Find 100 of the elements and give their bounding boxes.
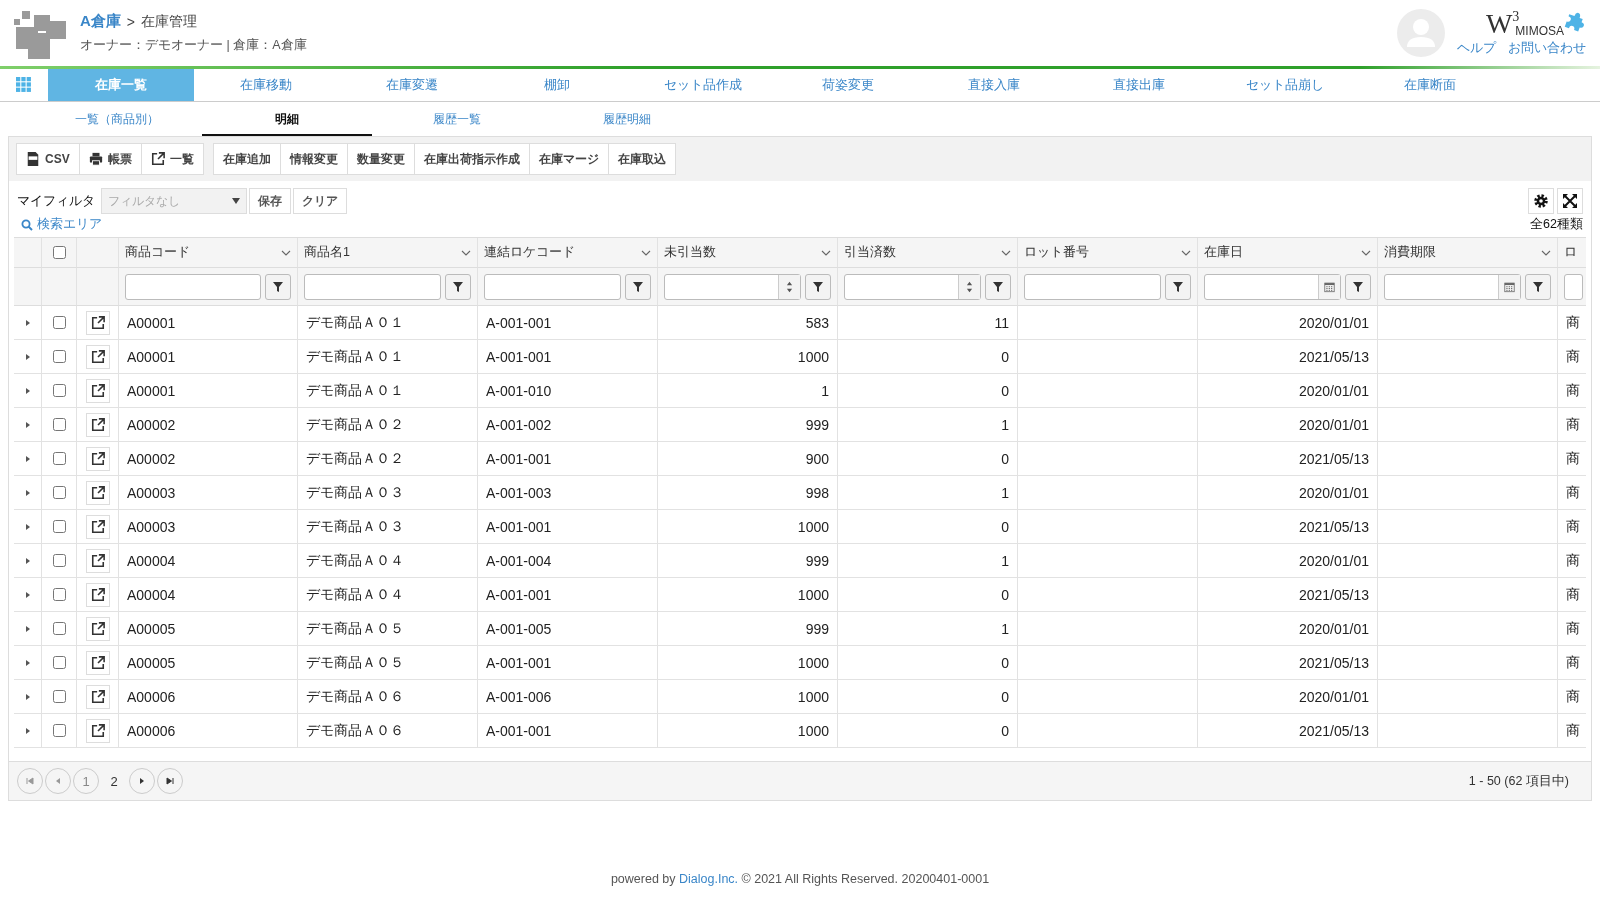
row-checkbox[interactable] — [52, 724, 66, 737]
nav-tab[interactable]: セット品崩し — [1212, 69, 1358, 101]
chevron-down-icon[interactable] — [281, 249, 291, 256]
row-checkbox[interactable] — [52, 690, 66, 703]
nav-tab[interactable]: セット品作成 — [630, 69, 776, 101]
filter-button[interactable] — [625, 273, 651, 300]
chevron-down-icon[interactable] — [1541, 249, 1551, 256]
filter-button[interactable] — [445, 273, 471, 300]
column-filter-field[interactable] — [1384, 273, 1521, 300]
header-link[interactable]: ヘルプ — [1457, 39, 1496, 57]
row-checkbox[interactable] — [52, 418, 66, 431]
column-header[interactable]: ロ — [1558, 238, 1586, 268]
toolbar-button[interactable]: 帳票 — [78, 143, 142, 175]
warehouse-link[interactable]: A倉庫 — [80, 12, 121, 31]
row-checkbox[interactable] — [52, 316, 66, 329]
company-link[interactable]: Dialog.Inc. — [679, 872, 739, 886]
column-header[interactable]: 未引当数 — [658, 238, 838, 268]
chevron-down-icon[interactable] — [821, 249, 831, 256]
open-detail-button[interactable] — [85, 344, 110, 369]
filter-button[interactable] — [265, 273, 291, 300]
row-checkbox[interactable] — [52, 588, 66, 601]
open-detail-button[interactable] — [85, 310, 110, 335]
filter-button[interactable] — [1345, 273, 1371, 300]
nav-tab[interactable]: 在庫断面 — [1357, 69, 1503, 101]
row-checkbox[interactable] — [52, 350, 66, 363]
spinner-arrows-icon[interactable] — [778, 274, 800, 299]
expand-row-icon[interactable] — [25, 489, 30, 496]
column-filter-field[interactable] — [484, 273, 621, 300]
column-filter-field[interactable] — [1564, 273, 1583, 300]
chevron-down-icon[interactable] — [1001, 249, 1011, 256]
chevron-down-icon[interactable] — [641, 249, 651, 256]
filter-button[interactable] — [1165, 273, 1191, 300]
column-filter-field[interactable] — [844, 273, 981, 300]
open-detail-button[interactable] — [85, 446, 110, 471]
column-filter-field[interactable] — [304, 273, 441, 300]
open-detail-button[interactable] — [85, 650, 110, 675]
open-detail-button[interactable] — [85, 412, 110, 437]
expand-row-icon[interactable] — [25, 659, 30, 666]
expand-row-icon[interactable] — [25, 557, 30, 564]
expand-row-icon[interactable] — [25, 693, 30, 700]
column-header[interactable]: ロット番号 — [1018, 238, 1198, 268]
sub-tab[interactable]: 履歴一覧 — [372, 104, 542, 136]
nav-tab[interactable]: 直接入庫 — [921, 69, 1067, 101]
chevron-down-icon[interactable] — [461, 249, 471, 256]
column-filter-field[interactable] — [1204, 273, 1341, 300]
expand-row-icon[interactable] — [25, 455, 30, 462]
row-checkbox[interactable] — [52, 384, 66, 397]
toolbar-button[interactable]: 一覧 — [140, 143, 204, 175]
filter-button[interactable] — [1525, 273, 1551, 300]
select-all-checkbox[interactable] — [52, 246, 66, 259]
expand-row-icon[interactable] — [25, 625, 30, 632]
column-header[interactable]: 消費期限 — [1378, 238, 1558, 268]
column-filter-field[interactable] — [1024, 273, 1161, 300]
open-detail-button[interactable] — [85, 616, 110, 641]
filter-button[interactable] — [985, 273, 1011, 300]
fullscreen-button[interactable] — [1557, 188, 1583, 214]
open-detail-button[interactable] — [85, 684, 110, 709]
column-filter-field[interactable] — [125, 273, 261, 300]
header-link[interactable]: お問い合わせ — [1508, 39, 1586, 57]
chevron-down-icon[interactable] — [1181, 249, 1191, 256]
column-header[interactable]: 商品名1 — [298, 238, 478, 268]
nav-tab[interactable]: 直接出庫 — [1066, 69, 1212, 101]
open-detail-button[interactable] — [85, 514, 110, 539]
open-detail-button[interactable] — [85, 548, 110, 573]
toolbar-button[interactable]: 在庫追加 — [212, 143, 281, 175]
calendar-icon[interactable] — [1318, 274, 1340, 299]
expand-row-icon[interactable] — [25, 523, 30, 530]
toolbar-button[interactable]: 数量変更 — [346, 143, 415, 175]
filter-button[interactable] — [805, 273, 831, 300]
expand-row-icon[interactable] — [25, 591, 30, 598]
column-header[interactable]: 引当済数 — [838, 238, 1018, 268]
spinner-arrows-icon[interactable] — [958, 274, 980, 299]
row-checkbox[interactable] — [52, 452, 66, 465]
settings-button[interactable] — [1528, 188, 1554, 214]
search-area-link[interactable]: 検索エリア — [21, 216, 102, 233]
sub-tab[interactable]: 履歴明細 — [542, 104, 712, 136]
row-checkbox[interactable] — [52, 622, 66, 635]
row-checkbox[interactable] — [52, 486, 66, 499]
row-checkbox[interactable] — [52, 554, 66, 567]
column-header[interactable]: 商品コード — [119, 238, 298, 268]
sub-tab[interactable]: 一覧（商品別） — [32, 104, 202, 136]
toolbar-button[interactable]: 在庫出荷指示作成 — [413, 143, 530, 175]
row-checkbox[interactable] — [52, 656, 66, 669]
expand-row-icon[interactable] — [25, 421, 30, 428]
expand-row-icon[interactable] — [25, 353, 30, 360]
nav-tab[interactable]: 在庫変遷 — [339, 69, 485, 101]
open-detail-button[interactable] — [85, 480, 110, 505]
toolbar-button[interactable]: CSV — [16, 143, 80, 175]
row-checkbox[interactable] — [52, 520, 66, 533]
last-page-button[interactable] — [157, 768, 183, 794]
nav-tab[interactable]: 荷姿変更 — [775, 69, 921, 101]
open-detail-button[interactable] — [85, 378, 110, 403]
nav-tab[interactable]: 在庫移動 — [193, 69, 339, 101]
column-header[interactable]: 連結ロケコード — [478, 238, 658, 268]
chevron-down-icon[interactable] — [1361, 249, 1371, 256]
toolbar-button[interactable]: 情報変更 — [279, 143, 348, 175]
expand-row-icon[interactable] — [25, 387, 30, 394]
filter-button[interactable]: 保存 — [249, 188, 291, 214]
filter-button[interactable]: クリア — [293, 188, 347, 214]
calendar-icon[interactable] — [1498, 274, 1520, 299]
